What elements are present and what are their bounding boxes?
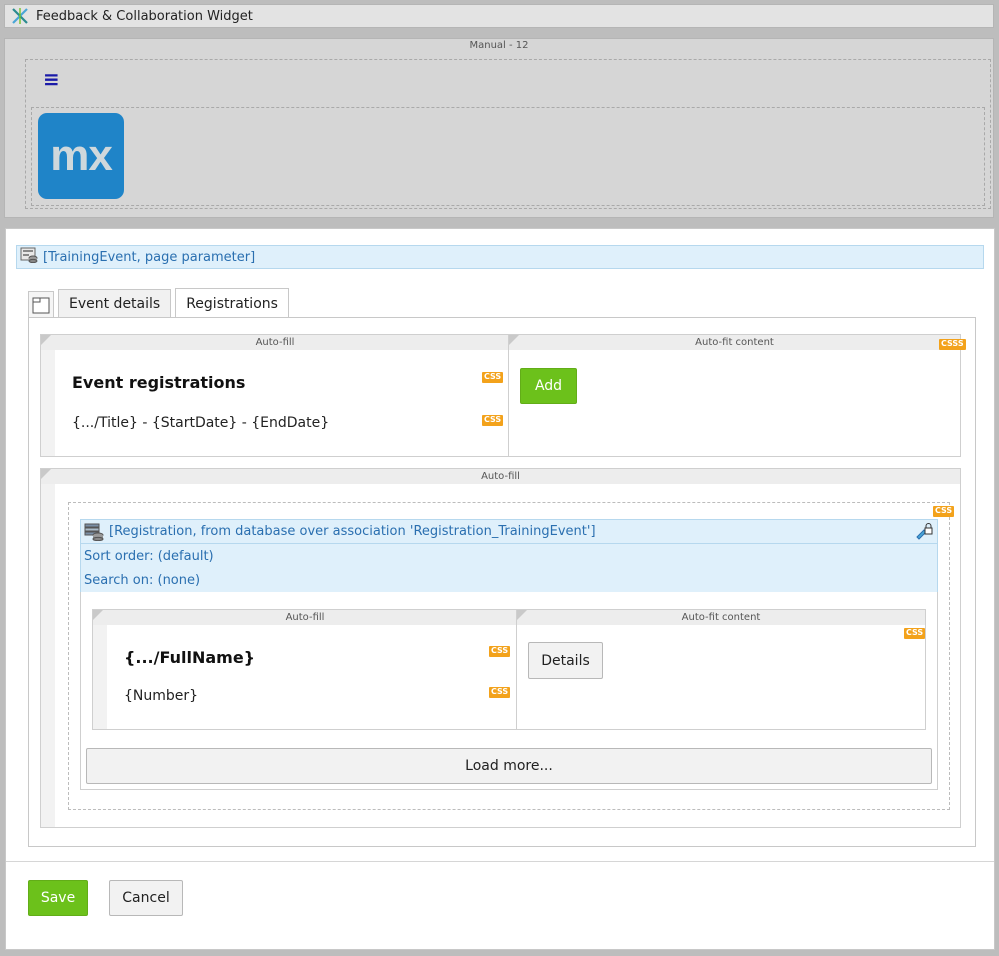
layout-inner-dashed-container bbox=[31, 107, 985, 206]
sort-order-row[interactable]: Sort order: (default) bbox=[80, 544, 938, 569]
column-label: Auto-fill bbox=[41, 335, 509, 350]
search-on-row[interactable]: Search on: (none) bbox=[80, 568, 938, 593]
column-label: Auto-fit content bbox=[509, 335, 960, 350]
database-form-icon bbox=[20, 247, 38, 267]
css-badge: CSS bbox=[489, 687, 511, 698]
main-panel: [TrainingEvent, page parameter] Event de… bbox=[5, 228, 995, 950]
dataview-header[interactable]: [TrainingEvent, page parameter] bbox=[16, 245, 984, 269]
widget-title-bar: Feedback & Collaboration Widget bbox=[4, 4, 994, 28]
tab-label: Registrations bbox=[186, 295, 278, 312]
listview-header-text: [Registration, from database over associ… bbox=[109, 524, 596, 539]
edit-lock-icon[interactable] bbox=[915, 523, 933, 541]
column-label: Auto-fit content bbox=[517, 610, 925, 625]
footer-divider bbox=[6, 861, 994, 862]
tab-container-icon[interactable] bbox=[28, 291, 54, 317]
widget-title: Feedback & Collaboration Widget bbox=[36, 8, 253, 24]
tab-registrations[interactable]: Registrations bbox=[175, 288, 289, 318]
listview-header[interactable]: [Registration, from database over associ… bbox=[80, 519, 938, 544]
tab-label: Event details bbox=[69, 295, 161, 312]
layout-region: Manual - 12 ≡ mx bbox=[4, 38, 994, 218]
layout-label: Manual - 12 bbox=[469, 40, 529, 51]
mendix-logo[interactable]: mx bbox=[38, 113, 124, 199]
add-button[interactable]: Add bbox=[520, 368, 577, 404]
row-strip bbox=[41, 484, 55, 827]
column-divider bbox=[508, 335, 509, 456]
save-button[interactable]: Save bbox=[28, 880, 88, 916]
listview-item-area: Auto-fill Auto-fit content {.../FullName… bbox=[80, 592, 938, 790]
bottom-layout-grid: Auto-fill CSS [Registration, from databa… bbox=[40, 468, 961, 828]
tab-bar: Event details Registrations bbox=[28, 287, 293, 318]
css-badge: CSSS bbox=[939, 339, 966, 350]
css-badge: CSS bbox=[489, 646, 511, 657]
details-button[interactable]: Details bbox=[528, 642, 603, 679]
mendix-x-icon bbox=[10, 6, 30, 26]
logo-text: mx bbox=[50, 131, 113, 180]
tab-event-details[interactable]: Event details bbox=[58, 289, 172, 317]
css-badge: CSS bbox=[904, 628, 926, 639]
load-more-button[interactable]: Load more... bbox=[86, 748, 932, 784]
hamburger-menu-icon[interactable]: ≡ bbox=[43, 69, 60, 89]
cancel-button[interactable]: Cancel bbox=[109, 880, 183, 916]
column-divider bbox=[516, 610, 517, 729]
page-heading[interactable]: Event registrations bbox=[72, 373, 245, 392]
inner-layout-grid: Auto-fill Auto-fit content {.../FullName… bbox=[92, 609, 926, 730]
number-text[interactable]: {Number} bbox=[124, 688, 198, 704]
column-label: Auto-fill bbox=[41, 469, 960, 484]
css-badge: CSS bbox=[482, 372, 504, 383]
column-label: Auto-fill bbox=[93, 610, 517, 625]
row-strip bbox=[41, 350, 55, 456]
css-badge: CSS bbox=[482, 415, 504, 426]
tab-content-registrations: Auto-fill Auto-fit content Event registr… bbox=[28, 317, 976, 847]
top-layout-grid: Auto-fill Auto-fit content Event registr… bbox=[40, 334, 966, 457]
full-name-text[interactable]: {.../FullName} bbox=[124, 648, 255, 667]
row-strip bbox=[93, 625, 107, 729]
dataview-header-text: [TrainingEvent, page parameter] bbox=[43, 249, 256, 265]
sort-order-text: Sort order: (default) bbox=[84, 548, 214, 564]
css-badge: CSS bbox=[933, 506, 955, 517]
event-subtitle[interactable]: {.../Title} - {StartDate} - {EndDate} bbox=[72, 415, 329, 431]
search-on-text: Search on: (none) bbox=[84, 572, 201, 588]
database-list-icon bbox=[84, 523, 104, 541]
